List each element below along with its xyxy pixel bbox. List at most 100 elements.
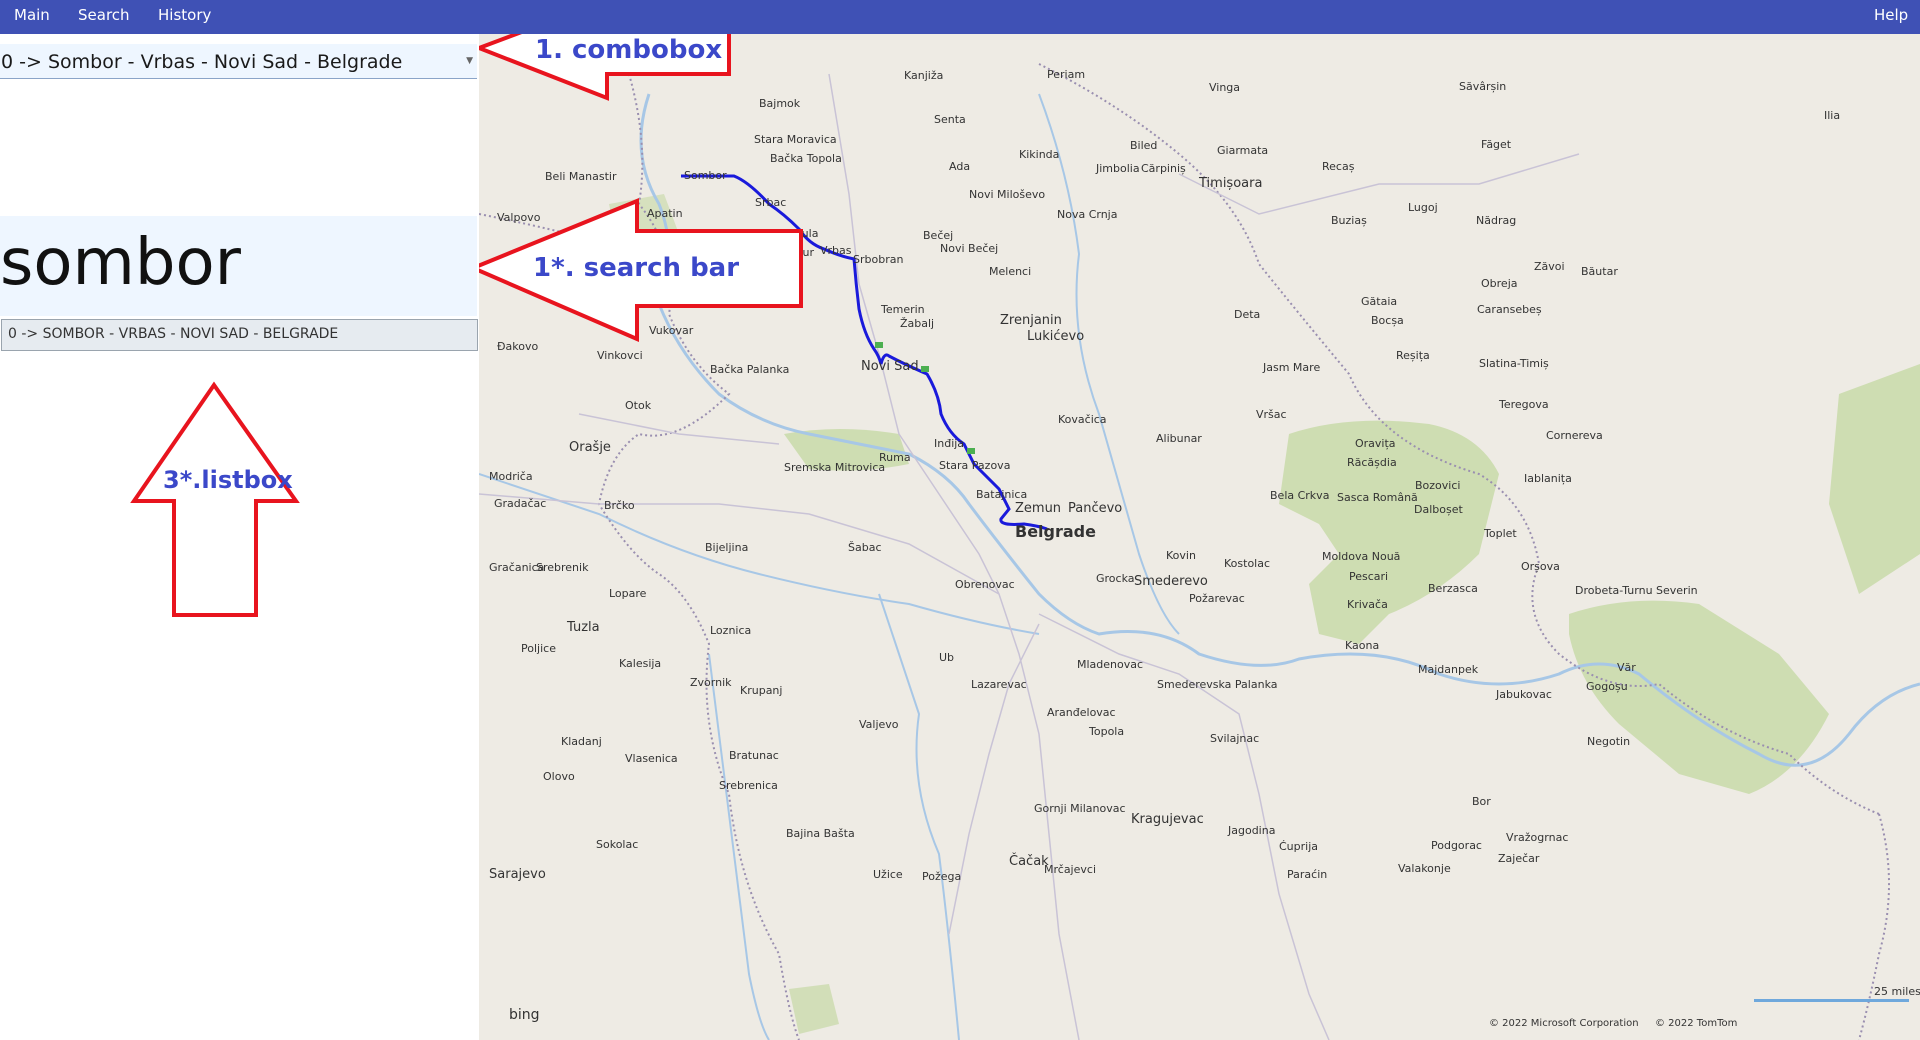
city-label: Kovačica: [1058, 413, 1107, 426]
city-label: Gogoșu: [1586, 680, 1628, 693]
menu-bar: Main Search History Help: [0, 0, 1920, 34]
city-label: Sombor: [684, 169, 727, 182]
city-label: Negotin: [1587, 735, 1630, 748]
annotation-combobox-label: 1. combobox: [535, 35, 722, 65]
city-label: Dalboșet: [1414, 503, 1463, 516]
city-label: Aranđelovac: [1047, 706, 1116, 719]
city-label: Vlasenica: [625, 752, 678, 765]
city-label: Berzasca: [1428, 582, 1478, 595]
city-label: Gătaia: [1361, 295, 1397, 308]
city-label: Bajina Bašta: [786, 827, 855, 840]
city-label: Nova Crnja: [1057, 208, 1117, 221]
map-canvas[interactable]: Periam Vinga Săvârșin Kanjiža Ilia Bajmo…: [479, 34, 1920, 1040]
city-label: Jimbolia: [1095, 162, 1140, 175]
city-label: Krivača: [1347, 598, 1388, 611]
city-label: Jagodina: [1227, 824, 1275, 837]
road-marker: [921, 366, 929, 372]
city-label: Drobeta-Turnu Severin: [1575, 584, 1698, 597]
city-label: Obreja: [1481, 277, 1518, 290]
city-label: Zvornik: [690, 676, 732, 689]
city-label: Zemun: [1015, 501, 1061, 516]
city-label: Brčko: [604, 499, 635, 512]
city-label: Olovo: [543, 770, 575, 783]
menu-main[interactable]: Main: [6, 0, 58, 34]
city-label: Loznica: [710, 624, 751, 637]
city-label: Giarmata: [1217, 144, 1268, 157]
city-label: Caransebeș: [1477, 303, 1542, 316]
city-label: Sarajevo: [489, 867, 546, 882]
city-label: Valakonje: [1398, 862, 1451, 875]
annotation-listbox-callout: 3*.listbox: [130, 381, 300, 617]
city-label: Kaona: [1345, 639, 1379, 652]
city-label: Moldova Nouă: [1322, 550, 1400, 563]
menu-help[interactable]: Help: [1866, 0, 1916, 34]
city-label: Bijeljina: [705, 541, 748, 554]
city-label: Ub: [939, 651, 954, 664]
road-marker: [875, 342, 883, 348]
city-label: Săvârșin: [1459, 80, 1506, 93]
city-label: Novi Miloševo: [969, 188, 1045, 201]
city-label: Valpovo: [497, 211, 541, 224]
city-label: Melenci: [989, 265, 1031, 278]
city-label: Băutar: [1581, 265, 1618, 278]
city-label: Oravița: [1355, 437, 1396, 450]
city-label: Răcășdia: [1347, 456, 1397, 469]
city-label: Temerin: [880, 303, 925, 316]
city-label: Deta: [1234, 308, 1260, 321]
city-label: Ada: [949, 160, 970, 173]
city-label: Bajmok: [759, 97, 801, 110]
city-label: Srebrenica: [719, 779, 778, 792]
city-label: Đakovo: [497, 340, 538, 353]
city-label: Batajnica: [976, 488, 1027, 501]
city-label: Apatin: [647, 207, 683, 220]
city-label: Inđija: [934, 437, 964, 450]
menu-history[interactable]: History: [150, 0, 219, 34]
city-label: Gradačac: [494, 497, 546, 510]
city-label: Bor: [1472, 795, 1491, 808]
city-label: Topola: [1088, 725, 1124, 738]
city-label: Vrbas: [820, 244, 852, 257]
city-label: Lazarevac: [971, 678, 1027, 691]
city-label: Vinkovci: [597, 349, 643, 362]
city-label: Gornji Milanovac: [1034, 802, 1126, 815]
city-label: Zăvoi: [1534, 260, 1565, 273]
city-label: Srbac: [755, 196, 786, 209]
city-label: Timișoara: [1198, 176, 1262, 191]
city-label: Bačka Topola: [770, 152, 842, 165]
city-label: Făget: [1481, 138, 1512, 151]
city-label: Biled: [1130, 139, 1157, 152]
city-label: Modriča: [489, 470, 533, 483]
city-label: Kanjiža: [904, 69, 943, 82]
city-label: Bela Crkva: [1270, 489, 1329, 502]
city-label: Ćuprija: [1279, 840, 1318, 853]
city-label: Kikinda: [1019, 148, 1059, 161]
city-label: Zaječar: [1498, 852, 1540, 865]
city-label: Majdanpek: [1418, 663, 1479, 676]
city-label: Bratunac: [729, 749, 779, 762]
annotation-search-bar-label: 1*. search bar: [533, 253, 739, 283]
city-label: Lugoj: [1408, 201, 1438, 214]
city-label: Nădrag: [1476, 214, 1516, 227]
city-label: Bačka Palanka: [710, 363, 789, 376]
city-label: Jasm Mare: [1262, 361, 1320, 374]
city-label: Belgrade: [1015, 522, 1096, 541]
city-label: Kalesija: [619, 657, 661, 670]
annotation-listbox-layer: 3*.listbox: [130, 381, 300, 617]
city-label: Mrčajevci: [1044, 863, 1096, 876]
city-label: Užice: [873, 868, 903, 881]
city-label: Senta: [934, 113, 966, 126]
scale-label: 25 miles: [1874, 985, 1920, 998]
city-label: Srebrenik: [536, 561, 589, 574]
city-label: Poljice: [521, 642, 556, 655]
route-line: [681, 174, 1048, 531]
city-label: Vražogrnac: [1506, 831, 1568, 844]
city-label: Cornereva: [1546, 429, 1603, 442]
city-label: Pančevo: [1068, 501, 1122, 516]
menu-search[interactable]: Search: [70, 0, 138, 34]
city-label: Reșița: [1396, 349, 1430, 362]
copyright-tomtom: © 2022 TomTom: [1655, 1018, 1737, 1029]
city-label: Zrenjanin: [1000, 313, 1062, 328]
map-view[interactable]: Periam Vinga Săvârșin Kanjiža Ilia Bajmo…: [479, 34, 1920, 1040]
city-label: Vinga: [1209, 81, 1240, 94]
city-label: Buziaș: [1331, 214, 1367, 227]
